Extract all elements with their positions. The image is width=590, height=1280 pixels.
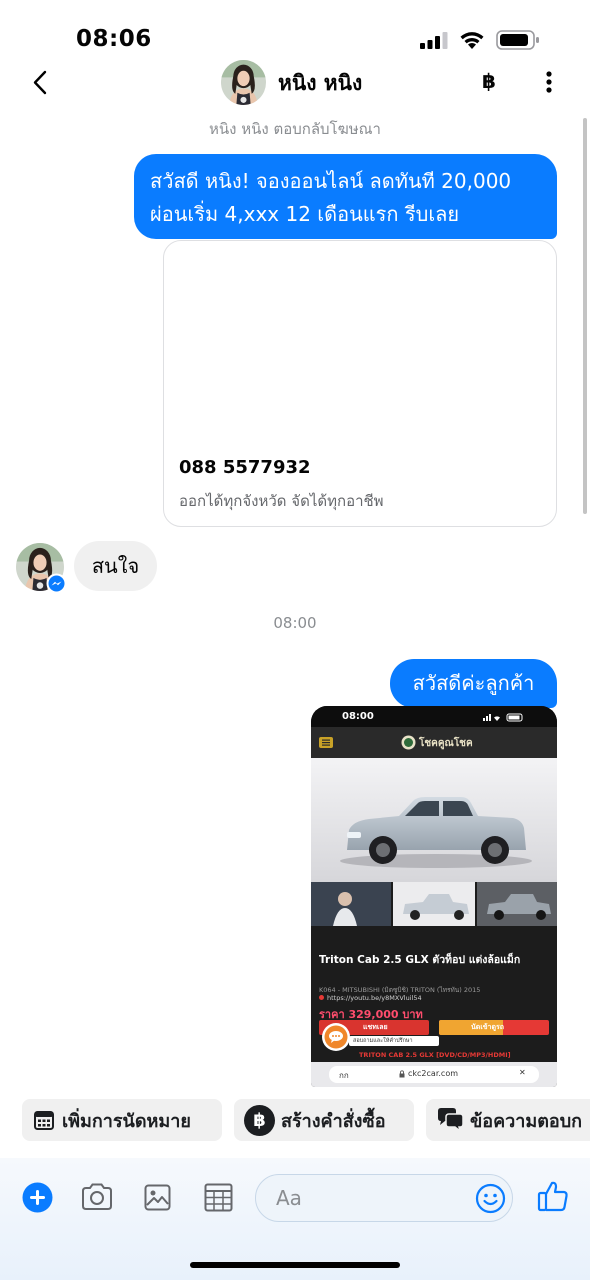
chip-label: สร้างคำสั่งซื้อ xyxy=(281,1110,386,1132)
details-strip: TRITON CAB 2.5 GLX [DVD/CD/MP3/HDMI] xyxy=(359,1051,511,1059)
baht-circle-icon: ฿ xyxy=(244,1104,275,1136)
site-logo-icon xyxy=(401,735,416,750)
url-text: ckc2car.com xyxy=(408,1069,459,1078)
text-size-button: กก xyxy=(339,1071,349,1080)
message-input-placeholder: Aa xyxy=(276,1186,302,1210)
ad-card-phone: 088 5577932 xyxy=(179,457,311,478)
chat-bubbles-icon xyxy=(438,1108,464,1133)
screenshot-status-icons xyxy=(483,713,523,722)
screenshot-time: 08:00 xyxy=(342,711,374,722)
signal-icon xyxy=(420,32,448,49)
visit-label: นัดเข้าดูรถ xyxy=(471,1023,504,1031)
quick-actions-row: เพิ่มการนัดหมาย ฿ สร้างคำสั่งซื้อ ข้อควา… xyxy=(0,1099,590,1143)
camera-icon[interactable] xyxy=(80,1183,114,1211)
status-time: 08:06 xyxy=(76,26,152,52)
avatar[interactable] xyxy=(221,60,266,105)
wifi-icon xyxy=(460,32,484,49)
lock-icon xyxy=(399,1070,405,1078)
add-appointment-chip[interactable]: เพิ่มการนัดหมาย xyxy=(22,1099,222,1141)
back-chevron-icon[interactable] xyxy=(32,70,48,95)
message-text: สวัสดีค่ะลูกค้า xyxy=(412,671,535,695)
sent-message-bubble[interactable]: สวัสดีค่ะลูกค้า xyxy=(390,659,557,708)
menu-icon xyxy=(319,737,333,748)
url-close-icon: ✕ xyxy=(519,1068,526,1077)
received-message-bubble[interactable]: สนใจ xyxy=(74,541,157,591)
home-indicator[interactable] xyxy=(190,1262,400,1268)
scrollbar[interactable] xyxy=(583,118,587,514)
timestamp: 08:00 xyxy=(273,614,317,632)
message-input[interactable]: Aa xyxy=(255,1174,513,1222)
chat-tooltip: สอบถามและให้คำปรึกษา xyxy=(353,1038,413,1044)
plus-icon[interactable] xyxy=(22,1182,53,1213)
photo-thumbnails xyxy=(311,882,557,926)
message-line: ผ่อนเริ่ม 4,xxx 12 เดือนแรก รีบเลย xyxy=(150,202,460,226)
baht-icon[interactable]: ฿ xyxy=(482,69,496,93)
image-icon[interactable] xyxy=(144,1184,171,1211)
ad-reply-context: หนิง หนิง ตอบกลับโฆษณา xyxy=(209,120,381,138)
emoji-icon[interactable] xyxy=(475,1183,506,1214)
chip-label: เพิ่มการนัดหมาย xyxy=(62,1110,191,1132)
more-vertical-icon[interactable] xyxy=(545,70,553,94)
create-order-chip[interactable]: ฿ สร้างคำสั่งซื้อ xyxy=(234,1099,414,1141)
message-line: สวัสดี หนิง! จองออนไลน์ ลดทันที 20,000 xyxy=(150,169,512,193)
car-photo xyxy=(311,758,557,882)
chat-bubble-fab-icon xyxy=(322,1023,350,1051)
ad-card[interactable]: 088 5577932 ออกได้ทุกจังหวัด จัดได้ทุกอา… xyxy=(163,240,557,527)
message-text: สนใจ xyxy=(91,554,140,578)
shared-screenshot-image[interactable]: 08:00 โชคคูณโชค Triton Cab 2.5 GLX ตัวท็… xyxy=(311,706,557,1087)
messenger-badge-icon xyxy=(46,573,67,594)
site-logo-text: โชคคูณโชค xyxy=(419,738,473,749)
contact-name[interactable]: หนิง หนิง xyxy=(278,67,362,100)
table-icon[interactable] xyxy=(204,1183,233,1212)
battery-icon xyxy=(496,30,539,50)
saved-replies-chip[interactable]: ข้อความตอบก xyxy=(426,1099,590,1141)
listing-title: Triton Cab 2.5 GLX ตัวท็อป แต่งล้อแม็ก xyxy=(319,954,521,966)
sent-message-bubble[interactable]: สวัสดี หนิง! จองออนไลน์ ลดทันที 20,000 ผ… xyxy=(134,154,557,239)
calendar-icon xyxy=(34,1111,54,1130)
chat-now-label: แชทเลย xyxy=(363,1023,388,1031)
thumbs-up-icon[interactable] xyxy=(537,1180,569,1213)
chip-label: ข้อความตอบก xyxy=(470,1110,583,1132)
ad-card-caption: ออกได้ทุกจังหวัด จัดได้ทุกอาชีพ xyxy=(179,492,384,510)
youtube-dot-icon xyxy=(319,995,324,1000)
listing-link: https://youtu.be/y8MXVluil54 xyxy=(327,994,422,1002)
